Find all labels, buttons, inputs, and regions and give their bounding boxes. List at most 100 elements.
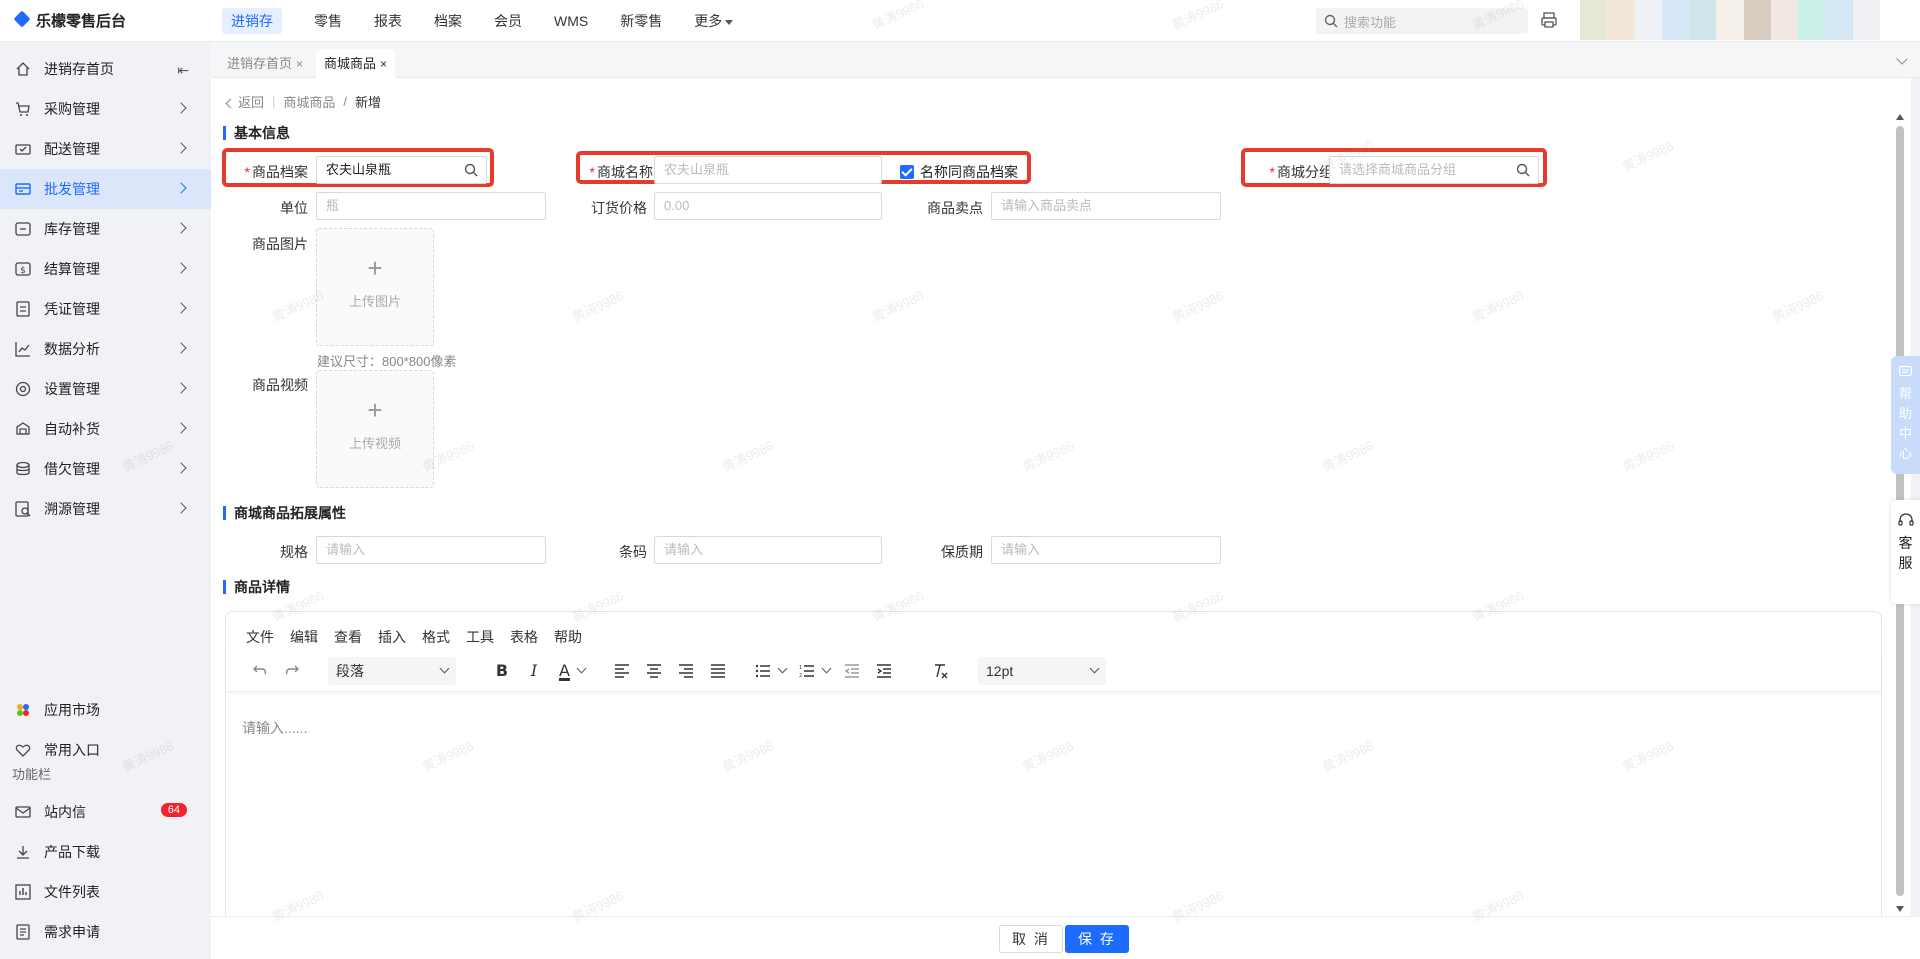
sidebar-item-inventory-home[interactable]: 进销存首页 ⇤ bbox=[0, 49, 211, 89]
tab-inventory-home[interactable]: 进销存首页 × bbox=[219, 49, 311, 78]
chevron-down-icon bbox=[439, 663, 450, 674]
tab-mall-product[interactable]: 商城商品 × bbox=[316, 49, 396, 78]
order-price-input[interactable]: 0.00 bbox=[654, 192, 882, 220]
line-chart-icon bbox=[14, 340, 32, 358]
sidebar-item-settlement[interactable]: $ 结算管理 bbox=[0, 249, 211, 289]
menu-view[interactable]: 查看 bbox=[334, 627, 362, 647]
unit-input[interactable]: 瓶 bbox=[316, 192, 546, 220]
block-format-select[interactable]: 段落 bbox=[328, 656, 456, 685]
sidebar-item-purchase[interactable]: 采购管理 bbox=[0, 89, 211, 129]
sidebar-item-analytics[interactable]: 数据分析 bbox=[0, 329, 211, 369]
chevron-down-icon[interactable] bbox=[1896, 53, 1908, 65]
rich-text-editor: 文件 编辑 查看 插入 格式 工具 表格 帮助 段落 B I A 12 12pt bbox=[225, 611, 1882, 921]
sidebar-item-debt[interactable]: 借欠管理 bbox=[0, 449, 211, 489]
upload-video-button[interactable]: + 上传视频 bbox=[316, 370, 434, 488]
menu-help[interactable]: 帮助 bbox=[554, 627, 582, 647]
mall-group-select[interactable]: 请选择商城商品分组 bbox=[1329, 156, 1539, 184]
menu-tools[interactable]: 工具 bbox=[466, 627, 494, 647]
search-icon[interactable] bbox=[1516, 163, 1530, 177]
same-as-file-checkbox[interactable]: 名称同商品档案 bbox=[900, 162, 1018, 182]
sidebar-item-auto-replenish[interactable]: 自动补货 bbox=[0, 409, 211, 449]
sidebar-item-settings[interactable]: 设置管理 bbox=[0, 369, 211, 409]
help-center-button[interactable]: 帮助中心 bbox=[1891, 356, 1920, 474]
topnav-item-members[interactable]: 会员 bbox=[478, 0, 538, 42]
sidebar-item-app-market[interactable]: 应用市场 bbox=[0, 690, 211, 730]
sidebar-item-stock[interactable]: 库存管理 bbox=[0, 209, 211, 249]
sidebar-item-wholesale[interactable]: 批发管理 bbox=[0, 169, 211, 209]
app-logo[interactable]: 乐檬零售后台 bbox=[14, 10, 126, 31]
plus-icon: + bbox=[367, 395, 383, 425]
sidebar-item-requests[interactable]: 需求申请 bbox=[0, 912, 211, 952]
chevron-left-icon bbox=[225, 98, 236, 109]
topnav-item-reports[interactable]: 报表 bbox=[358, 0, 418, 42]
editor-content-area[interactable]: 请输入...... bbox=[242, 718, 307, 738]
barcode-input[interactable]: 请输入 bbox=[654, 536, 882, 564]
upload-image-button[interactable]: + 上传图片 bbox=[316, 228, 434, 346]
spec-label: 规格 bbox=[280, 544, 308, 560]
cancel-button[interactable]: 取 消 bbox=[999, 925, 1063, 953]
indent-icon[interactable] bbox=[868, 657, 900, 685]
sidebar-item-voucher[interactable]: 凭证管理 bbox=[0, 289, 211, 329]
topnav-item-archives[interactable]: 档案 bbox=[418, 0, 478, 42]
font-size-select[interactable]: 12pt bbox=[978, 656, 1106, 685]
clear-format-icon[interactable] bbox=[924, 657, 956, 685]
topnav-item-inventory[interactable]: 进销存 bbox=[206, 0, 298, 42]
section-extended-attributes: 商城商品拓展属性 bbox=[223, 506, 346, 520]
stock-icon bbox=[14, 220, 32, 238]
collapse-sidebar-icon[interactable]: ⇤ bbox=[177, 62, 189, 79]
numbered-list-icon[interactable]: 12 bbox=[792, 657, 836, 685]
scroll-down-arrow-icon[interactable] bbox=[1896, 906, 1904, 912]
product-file-input[interactable]: 农夫山泉瓶 bbox=[316, 156, 487, 184]
align-justify-icon[interactable] bbox=[702, 657, 734, 685]
menu-edit[interactable]: 编辑 bbox=[290, 627, 318, 647]
shelf-life-input[interactable]: 请输入 bbox=[991, 536, 1221, 564]
close-icon[interactable]: × bbox=[380, 57, 387, 71]
sidebar-item-distribution[interactable]: 配送管理 bbox=[0, 129, 211, 169]
menu-table[interactable]: 表格 bbox=[510, 627, 538, 647]
search-icon[interactable] bbox=[464, 163, 478, 177]
unit-label: 单位 bbox=[280, 200, 308, 216]
sidebar-item-messages[interactable]: 站内信 64 bbox=[0, 792, 211, 832]
user-avatar-area[interactable] bbox=[1580, 0, 1880, 40]
function-bar-label: 功能栏 bbox=[12, 767, 52, 782]
search-input[interactable]: 搜索功能 bbox=[1316, 8, 1528, 34]
redo-icon[interactable] bbox=[276, 657, 308, 685]
menu-insert[interactable]: 插入 bbox=[378, 627, 406, 647]
undo-icon[interactable] bbox=[244, 657, 276, 685]
chevron-right-icon bbox=[175, 182, 187, 194]
align-center-icon[interactable] bbox=[638, 657, 670, 685]
align-left-icon[interactable] bbox=[606, 657, 638, 685]
app-market-icon bbox=[14, 701, 32, 719]
close-icon[interactable]: × bbox=[296, 57, 303, 71]
selling-point-input[interactable]: 请输入商品卖点 bbox=[991, 192, 1221, 220]
chevron-right-icon bbox=[175, 422, 187, 434]
sidebar-item-file-list[interactable]: 文件列表 bbox=[0, 872, 211, 912]
bar-chart-icon bbox=[14, 883, 32, 901]
italic-icon[interactable]: I bbox=[518, 657, 550, 685]
topnav-item-new-retail[interactable]: 新零售 bbox=[604, 0, 678, 42]
sidebar-item-trace[interactable]: 溯源管理 bbox=[0, 489, 211, 529]
breadcrumb: 返回 | 商城商品 / 新增 bbox=[225, 92, 381, 111]
topnav-item-more[interactable]: 更多 bbox=[678, 0, 749, 42]
chevron-right-icon bbox=[175, 342, 187, 354]
outdent-icon[interactable] bbox=[836, 657, 868, 685]
mall-name-input[interactable]: 农夫山泉瓶 bbox=[654, 156, 882, 184]
save-button[interactable]: 保 存 bbox=[1065, 925, 1129, 953]
bold-icon[interactable]: B bbox=[486, 657, 518, 685]
topnav-item-wms[interactable]: WMS bbox=[538, 0, 604, 42]
bullet-list-icon[interactable] bbox=[748, 657, 792, 685]
svg-text:2: 2 bbox=[799, 673, 802, 678]
customer-service-button[interactable]: 客服 bbox=[1891, 500, 1920, 604]
printer-icon[interactable] bbox=[1540, 11, 1558, 29]
topnav-item-retail[interactable]: 零售 bbox=[298, 0, 358, 42]
text-color-icon[interactable]: A bbox=[550, 657, 594, 685]
back-link[interactable]: 返回 bbox=[225, 92, 264, 111]
scroll-up-arrow-icon[interactable] bbox=[1896, 114, 1904, 120]
align-right-icon[interactable] bbox=[670, 657, 702, 685]
sidebar-item-downloads[interactable]: 产品下载 bbox=[0, 832, 211, 872]
chevron-right-icon bbox=[175, 222, 187, 234]
breadcrumb-parent[interactable]: 商城商品 bbox=[283, 92, 335, 111]
menu-file[interactable]: 文件 bbox=[246, 627, 274, 647]
menu-format[interactable]: 格式 bbox=[422, 627, 450, 647]
spec-input[interactable]: 请输入 bbox=[316, 536, 546, 564]
